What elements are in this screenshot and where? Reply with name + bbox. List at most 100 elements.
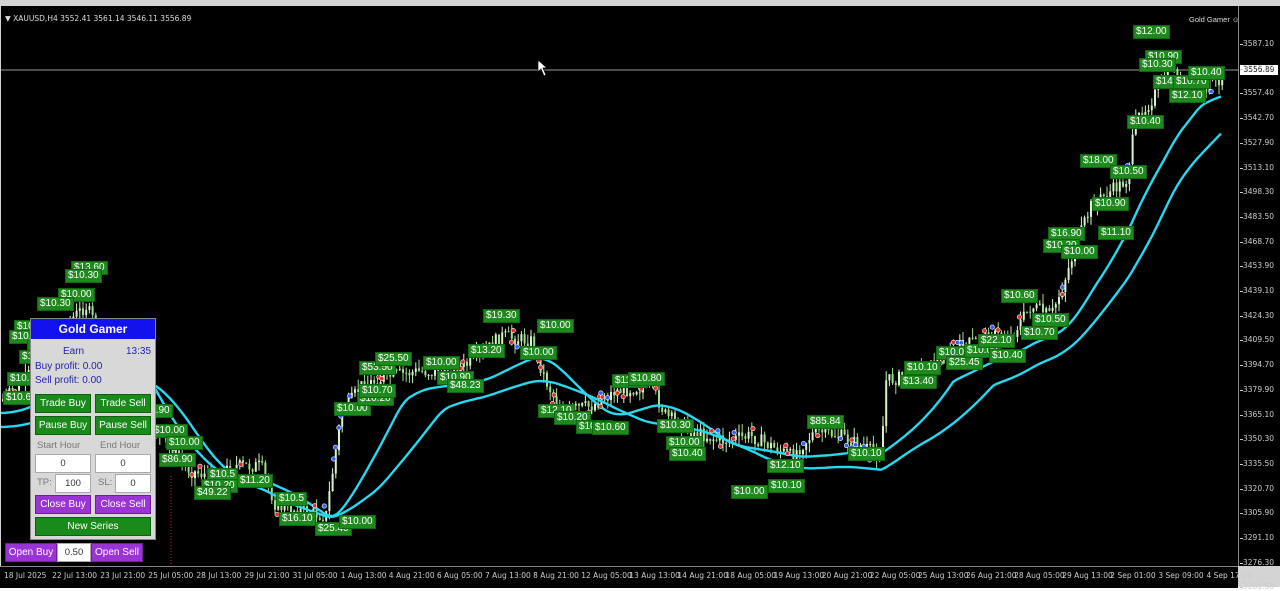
pause-sell-button[interactable]: Pause Sell [95, 416, 151, 435]
price-tick: 3527.90 [1243, 137, 1275, 147]
price-tick: 3557.40 [1243, 88, 1275, 98]
time-tick: 14 Aug 21:00 [677, 571, 728, 580]
candle-body [846, 434, 849, 443]
trade-marker [312, 503, 318, 509]
trade-marker [995, 327, 1001, 333]
candle-body [395, 369, 398, 371]
candle-body [1035, 304, 1038, 309]
candle-body [408, 372, 411, 376]
profit-label: $10.00 [423, 356, 460, 370]
profit-label: $10.30 [37, 297, 74, 311]
candle-body [808, 440, 811, 444]
profit-label: $10.90 [1092, 197, 1129, 211]
candle-body [251, 469, 254, 472]
time-tick: 31 Jul 05:00 [292, 571, 338, 580]
candle-body [587, 401, 590, 407]
profit-label: $10.30 [1139, 58, 1176, 72]
time-tick: 25 Aug 13:00 [917, 571, 969, 580]
profit-label: $10.40 [1188, 66, 1225, 80]
tp-label: TP: [37, 477, 52, 488]
price-scale[interactable]: 3556.89 3587.10 3572.30 3557.40 3542.70 3527… [1238, 6, 1280, 591]
candle-body [715, 439, 718, 441]
profit-label: $13.20 [468, 344, 505, 358]
candle-body [661, 407, 664, 413]
time-tick: 4 Sep 17:00 [1206, 571, 1252, 580]
price-tick: 3335.50 [1243, 458, 1275, 468]
time-tick: 8 Aug 21:00 [533, 571, 579, 580]
open-buy-button[interactable]: Open Buy [5, 543, 57, 562]
trade-marker [815, 433, 821, 439]
time-tick: 18 Aug 05:00 [725, 571, 777, 580]
price-tick: 3424.30 [1243, 310, 1275, 320]
panel-title[interactable]: Gold Gamer [31, 319, 155, 339]
trade-marker [551, 392, 557, 398]
close-sell-button[interactable]: Close Sell [95, 495, 151, 514]
time-tick: 22 Aug 05:00 [869, 571, 921, 580]
price-chart[interactable]: ▼ XAUUSD,H4 3552.41 3561.14 3546.11 3556… [1, 6, 1238, 566]
candle-body [546, 372, 548, 387]
time-scale[interactable]: 18 Jul 2025 22 Jul 13:00 23 Jul 21:00 25 Ju… [0, 566, 1252, 588]
trade-marker [653, 385, 659, 391]
profit-label: $10.30 [65, 269, 102, 283]
profit-label: $10.60 [1001, 289, 1038, 303]
chart-window[interactable]: ▼ XAUUSD,H4 3552.41 3561.14 3546.11 3556… [0, 0, 1280, 591]
candle-body [1051, 307, 1054, 311]
trade-marker [730, 436, 736, 442]
candle-body [821, 429, 824, 433]
trade-marker [717, 443, 723, 449]
price-tick: 3276.30 [1243, 557, 1275, 567]
candle-body [1042, 303, 1044, 313]
candle-body [430, 374, 433, 376]
profit-label: $11.10 [1098, 226, 1134, 240]
pause-buy-button[interactable]: Pause Buy [35, 416, 91, 435]
candle-body [750, 431, 753, 436]
candle-body [738, 432, 740, 436]
lot-size-input[interactable]: 0.50 [57, 543, 91, 562]
sl-input[interactable]: 0 [115, 474, 151, 493]
profit-label: $10.40 [669, 447, 706, 461]
candle-body [811, 432, 814, 441]
candle-body [581, 402, 584, 406]
new-series-button[interactable]: New Series [35, 517, 151, 536]
trade-marker [347, 393, 353, 399]
start-hour-input[interactable]: 0 [35, 454, 91, 473]
candle-body [520, 334, 523, 342]
trade-buy-button[interactable]: Trade Buy [35, 394, 91, 413]
profit-label: $10.50 [1032, 313, 1069, 327]
candle-body [834, 436, 836, 438]
trade-sell-button[interactable]: Trade Sell [95, 394, 151, 413]
trade-marker [849, 437, 855, 443]
price-tick: 3365.10 [1243, 409, 1275, 419]
candle-body [331, 473, 334, 492]
time-tick: 1 Aug 13:00 [340, 571, 387, 580]
price-tick: 3379.90 [1243, 384, 1275, 394]
candle-body [773, 443, 776, 448]
candle-body [1022, 311, 1025, 320]
candle-body [760, 434, 763, 447]
profit-label: $11.20 [237, 474, 273, 488]
price-tick: 3394.70 [1243, 360, 1275, 370]
profit-label: $10.00 [166, 436, 203, 450]
candle-body [885, 380, 888, 427]
profit-label: $10.70 [1021, 326, 1058, 340]
candle-body [584, 401, 587, 403]
end-hour-input[interactable]: 0 [95, 454, 151, 473]
tp-input[interactable]: 100 [55, 474, 91, 493]
candle-body [894, 383, 897, 386]
candle-body [504, 331, 507, 333]
candle-body [1112, 182, 1115, 192]
trade-marker [981, 328, 987, 334]
trade-marker [958, 340, 964, 346]
candle-body [619, 389, 622, 394]
candle-body [418, 368, 420, 371]
time-tick: 25 Jul 05:00 [148, 571, 194, 580]
chart-canvas[interactable] [1, 6, 1238, 566]
close-buy-button[interactable]: Close Buy [35, 495, 91, 514]
open-sell-button[interactable]: Open Sell [91, 543, 143, 562]
candle-body [1131, 134, 1134, 165]
candle-body [754, 435, 756, 445]
trade-marker [538, 364, 544, 370]
price-tick: 3572.30 [1243, 63, 1275, 73]
profit-label: $12.10 [767, 459, 804, 473]
time-tick: 6 Aug 05:00 [436, 571, 483, 580]
